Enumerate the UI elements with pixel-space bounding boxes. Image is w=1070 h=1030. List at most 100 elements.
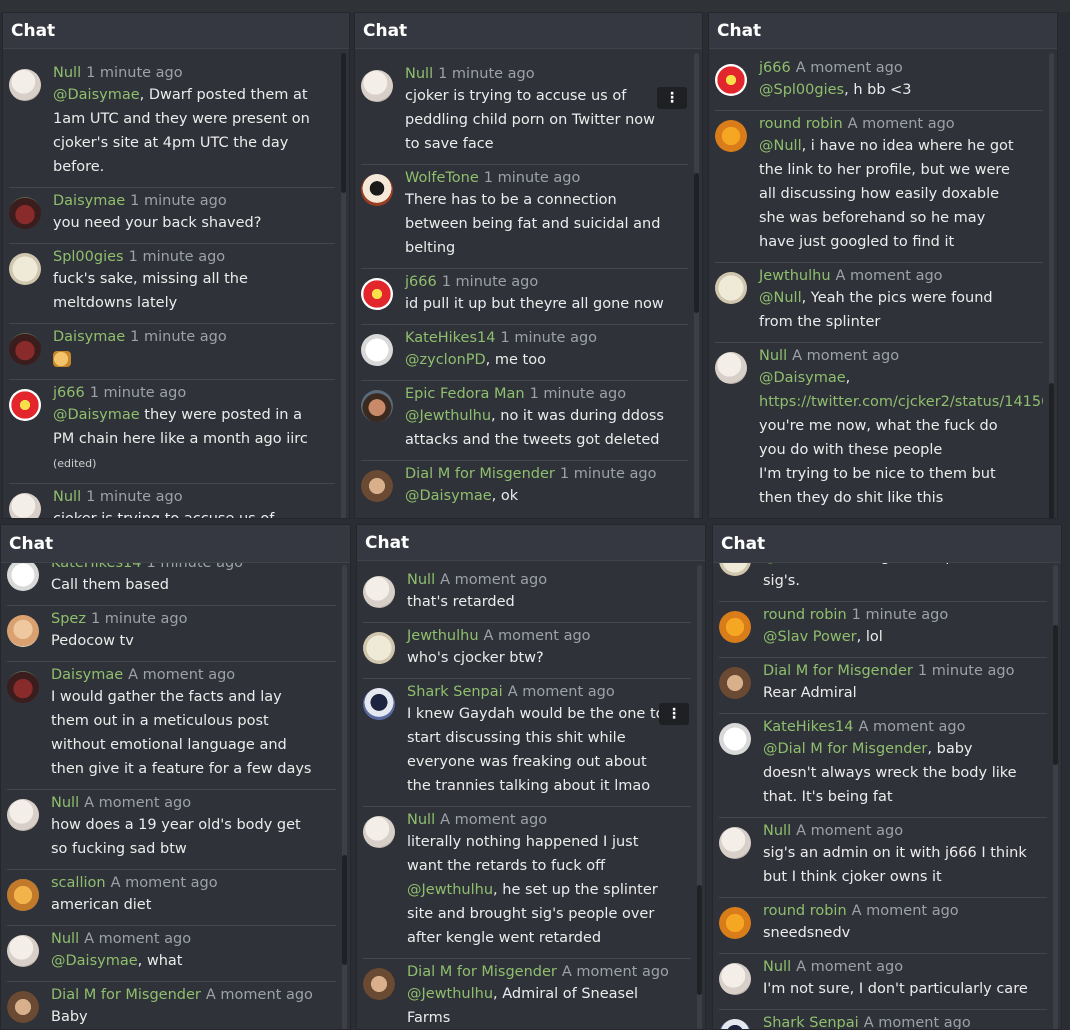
user-avatar-icon[interactable] <box>363 576 395 608</box>
user-avatar-icon[interactable] <box>361 390 393 422</box>
chat-message[interactable]: Null A moment ago literally nothing happen… <box>363 806 691 959</box>
user-avatar-icon[interactable] <box>719 827 751 859</box>
user-avatar-icon[interactable] <box>715 120 747 152</box>
chat-message[interactable]: j666 A moment ago @Spl00gies, h bb <3 <box>715 54 1043 111</box>
message-author[interactable]: Shark Senpai <box>763 1015 859 1029</box>
message-author[interactable]: Null <box>759 348 787 364</box>
user-avatar-icon[interactable] <box>7 935 39 967</box>
chat-message[interactable]: Dial M for Misgender A moment ago Baby <box>7 981 336 1029</box>
chat-message[interactable]: Null 1 minute ago @Daisymae, Dwarf posted … <box>9 59 335 188</box>
chat-message[interactable]: Jewthulhu A moment ago who's cjocker btw? <box>363 622 691 679</box>
chat-message[interactable]: Daisymae 1 minute ago you need your back s… <box>9 187 335 244</box>
user-avatar-icon[interactable] <box>361 174 393 206</box>
user-avatar-icon[interactable] <box>363 968 395 1000</box>
chat-message[interactable]: Null A moment ago how does a 19 year old's… <box>7 789 336 870</box>
user-avatar-icon[interactable] <box>719 667 751 699</box>
message-author[interactable]: Shark Senpai <box>407 684 503 700</box>
message-author[interactable]: j666 <box>759 60 791 76</box>
mention-link[interactable]: @Spl00gies <box>759 82 844 98</box>
mention-link[interactable]: @Daisymae <box>51 953 138 969</box>
chat-message[interactable]: Shark Senpai A moment ago I knew Gaydah wo… <box>363 678 691 807</box>
chat-message[interactable]: @Null, Oh. Thought the splinter was sig's… <box>719 563 1047 602</box>
mention-link[interactable]: @Null <box>763 563 806 565</box>
more-options-icon[interactable]: ⋮ <box>657 87 687 109</box>
chat-message[interactable]: j666 1 minute ago id pull it up but theyre… <box>361 268 688 325</box>
user-avatar-icon[interactable] <box>361 334 393 366</box>
scrollbar-thumb[interactable] <box>697 885 702 995</box>
chat-message[interactable]: Null A moment ago sig's an admin on it wit… <box>719 817 1047 898</box>
user-avatar-icon[interactable] <box>715 352 747 384</box>
chat-message[interactable]: Null A moment ago @Daisymae, https://twitte… <box>715 342 1043 518</box>
chat-message[interactable]: KateHikes14 1 minute ago @zyclonPD, me too <box>361 324 688 381</box>
chat-message-list[interactable]: Null 1 minute ago cjoker is trying to accu… <box>355 49 688 518</box>
user-avatar-icon[interactable] <box>7 671 39 703</box>
user-avatar-icon[interactable] <box>9 69 41 101</box>
message-author[interactable]: Dial M for Misgender <box>51 987 201 1003</box>
mention-link[interactable]: @Daisymae <box>53 407 140 423</box>
user-avatar-icon[interactable] <box>361 470 393 502</box>
chat-message-list[interactable]: Null 1 minute ago @Daisymae, Dwarf posted … <box>3 49 335 518</box>
scrollbar-thumb[interactable] <box>1053 625 1058 765</box>
user-avatar-icon[interactable] <box>7 563 39 591</box>
message-author[interactable]: Jewthulhu <box>407 628 479 644</box>
mention-link[interactable]: @Daisymae <box>53 87 140 103</box>
message-author[interactable]: round robin <box>763 607 847 623</box>
mention-link[interactable]: @Daisymae <box>405 488 492 504</box>
message-author[interactable]: Daisymae <box>53 193 125 209</box>
chat-message[interactable]: j666 1 minute ago @Daisymae they were post… <box>9 379 335 484</box>
more-options-icon[interactable]: ⋮ <box>659 703 689 725</box>
message-author[interactable]: KateHikes14 <box>763 719 853 735</box>
scrollbar-thumb[interactable] <box>342 855 347 965</box>
message-author[interactable]: Null <box>763 823 791 839</box>
message-author[interactable]: Null <box>51 931 79 947</box>
message-author[interactable]: WolfeTone <box>405 170 479 186</box>
chat-message[interactable]: Dial M for Misgender 1 minute ago Rear Adm… <box>719 657 1047 714</box>
mention-link[interactable]: @Null <box>759 138 802 154</box>
message-author[interactable]: Null <box>53 489 81 505</box>
user-avatar-icon[interactable] <box>9 333 41 365</box>
chat-message[interactable]: Spez 1 minute ago Pedocow tv <box>7 605 336 662</box>
chat-message[interactable]: Null A moment ago that's retarded <box>363 566 691 623</box>
mention-link[interactable]: @Null <box>759 290 802 306</box>
message-author[interactable]: Spez <box>51 611 86 627</box>
chat-message[interactable]: Null 1 minute ago cjoker is trying to accu… <box>361 60 688 165</box>
chat-message[interactable]: Dial M for Misgender A moment ago @Jewthul… <box>363 958 691 1029</box>
user-avatar-icon[interactable] <box>719 723 751 755</box>
user-avatar-icon[interactable] <box>715 64 747 96</box>
message-author[interactable]: scallion <box>51 875 106 891</box>
scrollbar-thumb[interactable] <box>1049 383 1054 518</box>
user-avatar-icon[interactable] <box>719 963 751 995</box>
chat-message[interactable]: WolfeTone 1 minute ago There has to be a c… <box>361 164 688 269</box>
chat-message[interactable]: Daisymae A moment ago I would gather the f… <box>7 661 336 790</box>
message-author[interactable]: Daisymae <box>53 329 125 345</box>
mention-link[interactable]: @Jewthulhu <box>407 882 493 898</box>
chat-message[interactable]: Null A moment ago I'm not sure, I don't pa… <box>719 953 1047 1010</box>
mention-link[interactable]: @Jewthulhu <box>405 408 491 424</box>
chat-message-list[interactable]: Null A moment ago that's retarded Jewthulhu… <box>357 561 691 1029</box>
message-author[interactable]: Null <box>51 795 79 811</box>
chat-message-list[interactable]: j666 A moment ago @Spl00gies, h bb <3 round… <box>709 49 1043 518</box>
user-avatar-icon[interactable] <box>363 632 395 664</box>
message-author[interactable]: KateHikes14 <box>51 563 141 571</box>
chat-message-list[interactable]: @Null, Oh. Thought the splinter was sig's… <box>713 563 1047 1029</box>
user-avatar-icon[interactable] <box>7 879 39 911</box>
message-author[interactable]: Null <box>407 572 435 588</box>
user-avatar-icon[interactable] <box>719 611 751 643</box>
message-author[interactable]: Dial M for Misgender <box>405 466 555 482</box>
message-author[interactable]: Daisymae <box>51 667 123 683</box>
chat-message[interactable]: round robin A moment ago @Null, i have no … <box>715 110 1043 263</box>
chat-message[interactable]: scallion A moment ago american diet <box>7 869 336 926</box>
message-author[interactable]: KateHikes14 <box>405 330 495 346</box>
user-avatar-icon[interactable] <box>9 493 41 518</box>
chat-message[interactable]: Shark Senpai A moment ago <box>719 1009 1047 1029</box>
user-avatar-icon[interactable] <box>361 70 393 102</box>
mention-link[interactable]: @Dial M for Misgender <box>763 741 927 757</box>
user-avatar-icon[interactable] <box>363 688 395 720</box>
message-author[interactable]: round robin <box>763 903 847 919</box>
mention-link[interactable]: @zyclonPD <box>405 352 486 368</box>
user-avatar-icon[interactable] <box>9 253 41 285</box>
user-avatar-icon[interactable] <box>7 799 39 831</box>
message-author[interactable]: Epic Fedora Man <box>405 386 525 402</box>
message-author[interactable]: Dial M for Misgender <box>407 964 557 980</box>
user-avatar-icon[interactable] <box>719 563 751 576</box>
